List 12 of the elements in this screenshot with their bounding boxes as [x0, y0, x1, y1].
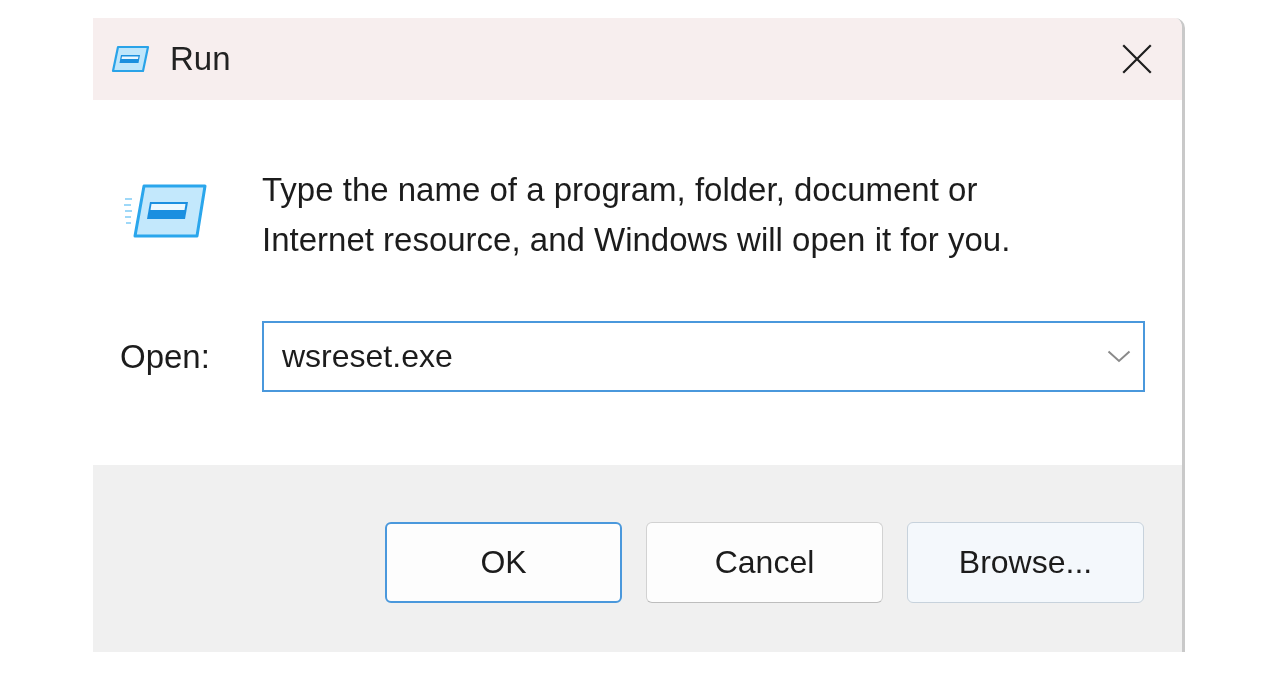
close-button[interactable]: [1122, 44, 1152, 74]
window-icon: [110, 45, 150, 73]
open-label: Open:: [120, 337, 210, 376]
window-icon: [124, 183, 208, 239]
window-title: Run: [170, 40, 231, 78]
dialog-button[interactable]: Cancel: [646, 522, 883, 603]
chevron-down-icon[interactable]: [1107, 350, 1131, 363]
instruction-text: Type the name of a program, folder, document or Internet resource, and Windows will open it for you.: [262, 170, 1012, 260]
dialog-button[interactable]: OK: [385, 522, 622, 603]
open-field[interactable]: wsreset.exe: [262, 321, 1145, 392]
dialog-button[interactable]: Browse...: [907, 522, 1144, 603]
close-icon: [1122, 44, 1152, 74]
